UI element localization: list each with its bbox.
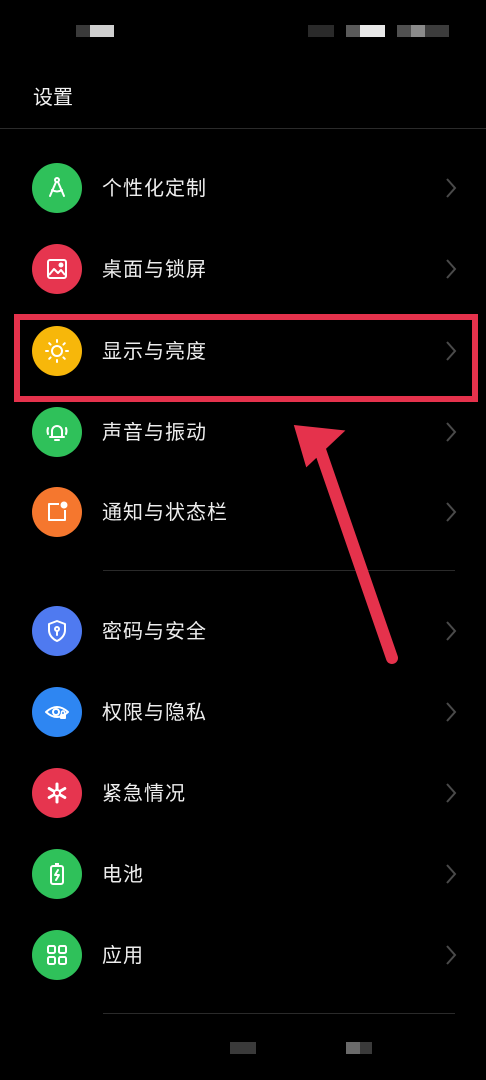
chevron-right-icon	[446, 783, 457, 803]
shield-icon	[32, 606, 82, 656]
annotation-highlight-box	[14, 314, 478, 402]
grid-icon	[32, 930, 82, 980]
battery-icon	[32, 849, 82, 899]
status-icons-blur-6	[425, 25, 449, 37]
navigation-bar	[0, 1030, 486, 1080]
page-title: 设置	[33, 85, 73, 109]
chevron-right-icon	[446, 864, 457, 884]
status-time-blur-2	[90, 25, 114, 37]
notification-icon	[32, 487, 82, 537]
nav-blur-3	[360, 1042, 372, 1054]
eye-lock-icon	[32, 687, 82, 737]
status-icons-blur-1	[308, 25, 334, 37]
status-bar	[0, 0, 486, 60]
menu-item-battery[interactable]: 电池	[0, 834, 486, 914]
menu-item-label: 应用	[102, 943, 144, 967]
menu-item-password-security[interactable]: 密码与安全	[0, 591, 486, 671]
menu-item-label: 权限与隐私	[102, 700, 207, 724]
menu-item-label: 桌面与锁屏	[102, 257, 207, 281]
chevron-right-icon	[446, 502, 457, 522]
title-divider	[0, 128, 486, 129]
menu-item-label: 个性化定制	[102, 176, 207, 200]
chevron-right-icon	[446, 702, 457, 722]
status-icons-blur-3	[360, 25, 385, 37]
compass-icon	[32, 163, 82, 213]
menu-item-label: 声音与振动	[102, 420, 207, 444]
bell-icon	[32, 407, 82, 457]
status-icons-blur-4	[397, 25, 411, 37]
menu-item-label: 紧急情况	[102, 781, 186, 805]
menu-item-sound-vibration[interactable]: 声音与振动	[0, 392, 486, 472]
picture-icon	[32, 244, 82, 294]
menu-item-label: 密码与安全	[102, 619, 207, 643]
chevron-right-icon	[446, 422, 457, 442]
chevron-right-icon	[446, 945, 457, 965]
status-icons-blur-5	[411, 25, 425, 37]
chevron-right-icon	[446, 259, 457, 279]
chevron-right-icon	[446, 178, 457, 198]
chevron-right-icon	[446, 621, 457, 641]
menu-item-personalization[interactable]: 个性化定制	[0, 148, 486, 228]
menu-item-permission-privacy[interactable]: 权限与隐私	[0, 672, 486, 752]
menu-item-label: 电池	[102, 862, 144, 886]
menu-item-label: 通知与状态栏	[102, 500, 228, 524]
status-icons-blur-2	[346, 25, 360, 37]
nav-blur-1	[230, 1042, 256, 1054]
status-time-blur	[76, 25, 90, 37]
menu-item-emergency[interactable]: 紧急情况	[0, 753, 486, 833]
nav-blur-2	[346, 1042, 360, 1054]
menu-item-apps[interactable]: 应用	[0, 915, 486, 995]
section-divider	[103, 1013, 455, 1014]
section-divider	[103, 570, 455, 571]
asterisk-icon	[32, 768, 82, 818]
menu-item-notification-statusbar[interactable]: 通知与状态栏	[0, 472, 486, 552]
menu-item-desktop-lockscreen[interactable]: 桌面与锁屏	[0, 229, 486, 309]
